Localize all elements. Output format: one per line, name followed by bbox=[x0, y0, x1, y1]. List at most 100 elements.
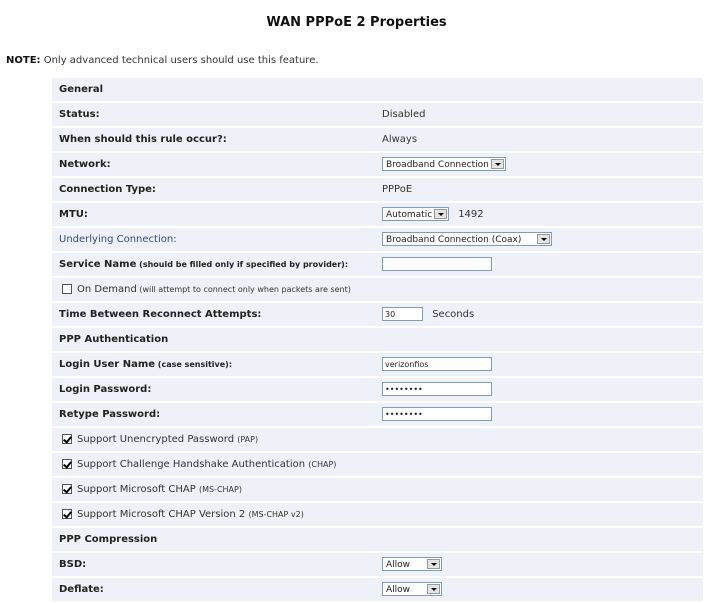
row-mtu: MTU: Automatic 1492 bbox=[52, 203, 703, 226]
login-user-label-text: Login User Name bbox=[59, 359, 156, 370]
on-demand-label: On Demand bbox=[77, 284, 137, 295]
on-demand-checkbox[interactable] bbox=[62, 284, 72, 294]
pap-option: Support Unencrypted Password (PAP) bbox=[62, 428, 258, 451]
row-on-demand: On Demand (will attempt to connect only … bbox=[52, 278, 703, 301]
section-ppp-auth-heading: PPP Authentication bbox=[59, 334, 169, 345]
retype-password-cell: •••••••• bbox=[382, 403, 492, 426]
row-pap: Support Unencrypted Password (PAP) bbox=[52, 428, 703, 451]
section-ppp-auth: PPP Authentication bbox=[52, 328, 703, 351]
when-label: When should this rule occur?: bbox=[59, 134, 227, 145]
login-user-input[interactable]: verizonfios bbox=[382, 357, 492, 371]
connection-type-value: PPPoE bbox=[382, 184, 413, 195]
service-name-hint: (should be filled only if specified by p… bbox=[136, 260, 349, 269]
bsd-select-value: Allow bbox=[386, 560, 411, 570]
reconnect-label: Time Between Reconnect Attempts: bbox=[59, 309, 262, 320]
on-demand-option: On Demand (will attempt to connect only … bbox=[62, 278, 351, 301]
row-network: Network: Broadband Connection bbox=[52, 153, 703, 176]
note-prefix: NOTE: bbox=[6, 55, 41, 66]
underlying-label[interactable]: Underlying Connection: bbox=[59, 228, 177, 251]
status-label: Status: bbox=[59, 109, 100, 120]
bsd-cell: Allow bbox=[382, 553, 442, 576]
retype-password-input[interactable]: •••••••• bbox=[382, 407, 492, 421]
reconnect-unit: Seconds bbox=[432, 309, 475, 320]
connection-type-label: Connection Type: bbox=[59, 184, 156, 195]
network-select[interactable]: Broadband Connection bbox=[382, 157, 506, 171]
reconnect-input[interactable]: 30 bbox=[382, 307, 423, 321]
row-mschap2: Support Microsoft CHAP Version 2 (MS-CHA… bbox=[52, 503, 703, 526]
deflate-select-value: Allow bbox=[386, 585, 411, 595]
row-bsd: BSD: Allow bbox=[52, 553, 703, 576]
mschap2-label: Support Microsoft CHAP Version 2 bbox=[77, 509, 249, 520]
section-ppp-compression-heading: PPP Compression bbox=[59, 534, 158, 545]
underlying-value-cell: Broadband Connection (Coax) bbox=[382, 228, 552, 251]
network-value-cell: Broadband Connection bbox=[382, 153, 506, 176]
service-name-cell bbox=[382, 253, 492, 276]
mtu-mode-value: Automatic bbox=[386, 210, 433, 220]
underlying-select[interactable]: Broadband Connection (Coax) bbox=[382, 232, 552, 246]
chevron-down-icon[interactable] bbox=[427, 584, 440, 594]
chap-label: Support Challenge Handshake Authenticati… bbox=[77, 459, 309, 470]
when-value: Always bbox=[382, 134, 418, 145]
chevron-down-icon[interactable] bbox=[537, 234, 550, 244]
mschap-checkbox[interactable] bbox=[62, 484, 72, 494]
mtu-value: 1492 bbox=[458, 209, 484, 220]
mschap2-option: Support Microsoft CHAP Version 2 (MS-CHA… bbox=[62, 503, 304, 526]
row-status: Status: Disabled bbox=[52, 103, 703, 126]
chap-checkbox[interactable] bbox=[62, 459, 72, 469]
deflate-cell: Allow bbox=[382, 578, 442, 601]
login-user-hint: (case sensitive): bbox=[155, 360, 233, 369]
pap-checkbox[interactable] bbox=[62, 434, 72, 444]
mschap-label: Support Microsoft CHAP bbox=[77, 484, 199, 495]
login-user-label: Login User Name (case sensitive): bbox=[59, 353, 232, 376]
retype-password-label: Retype Password: bbox=[59, 409, 161, 420]
mschap-hint: (MS-CHAP) bbox=[198, 485, 242, 494]
service-name-label: Service Name (should be filled only if s… bbox=[59, 253, 348, 276]
network-label: Network: bbox=[59, 159, 111, 170]
row-deflate: Deflate: Allow bbox=[52, 578, 703, 601]
login-password-cell: •••••••• bbox=[382, 378, 492, 401]
login-password-label: Login Password: bbox=[59, 384, 152, 395]
chap-hint: (CHAP) bbox=[308, 460, 337, 469]
note-text: Only advanced technical users should use… bbox=[40, 55, 319, 66]
mschap2-hint: (MS-CHAP v2) bbox=[248, 510, 304, 519]
row-reconnect: Time Between Reconnect Attempts: 30 Seco… bbox=[52, 303, 703, 326]
mtu-label: MTU: bbox=[59, 209, 88, 220]
row-login-user: Login User Name (case sensitive): verizo… bbox=[52, 353, 703, 376]
chevron-down-icon[interactable] bbox=[434, 209, 447, 219]
bsd-select[interactable]: Allow bbox=[382, 557, 442, 571]
page-title: WAN PPPoE 2 Properties bbox=[266, 15, 447, 30]
chap-option: Support Challenge Handshake Authenticati… bbox=[62, 453, 336, 476]
section-ppp-compression: PPP Compression bbox=[52, 528, 703, 551]
deflate-label: Deflate: bbox=[59, 584, 104, 595]
mtu-mode-select[interactable]: Automatic bbox=[382, 207, 449, 221]
chevron-down-icon[interactable] bbox=[491, 159, 504, 169]
chevron-down-icon[interactable] bbox=[427, 559, 440, 569]
reconnect-cell: 30 Seconds bbox=[382, 303, 474, 326]
mschap-option: Support Microsoft CHAP (MS-CHAP) bbox=[62, 478, 242, 501]
properties-table: General Status: Disabled When should thi… bbox=[52, 78, 703, 603]
mtu-value-cell: Automatic 1492 bbox=[382, 203, 484, 226]
mschap2-checkbox[interactable] bbox=[62, 509, 72, 519]
row-mschap: Support Microsoft CHAP (MS-CHAP) bbox=[52, 478, 703, 501]
service-name-input[interactable] bbox=[382, 257, 492, 271]
pap-label: Support Unencrypted Password bbox=[77, 434, 238, 445]
row-connection-type: Connection Type: PPPoE bbox=[52, 178, 703, 201]
row-chap: Support Challenge Handshake Authenticati… bbox=[52, 453, 703, 476]
row-when: When should this rule occur?: Always bbox=[52, 128, 703, 151]
row-retype-password: Retype Password: •••••••• bbox=[52, 403, 703, 426]
deflate-select[interactable]: Allow bbox=[382, 582, 442, 596]
row-service-name: Service Name (should be filled only if s… bbox=[52, 253, 703, 276]
row-underlying: Underlying Connection: Broadband Connect… bbox=[52, 228, 703, 251]
pap-hint: (PAP) bbox=[237, 435, 259, 444]
section-general-heading: General bbox=[59, 84, 103, 95]
row-login-password: Login Password: •••••••• bbox=[52, 378, 703, 401]
network-select-value: Broadband Connection bbox=[386, 160, 489, 170]
section-general: General bbox=[52, 78, 703, 101]
service-name-label-text: Service Name bbox=[59, 259, 137, 270]
bsd-label: BSD: bbox=[59, 559, 87, 570]
login-password-input[interactable]: •••••••• bbox=[382, 382, 492, 396]
on-demand-hint: (will attempt to connect only when packe… bbox=[136, 285, 351, 294]
note: NOTE: Only advanced technical users shou… bbox=[6, 55, 319, 66]
login-user-cell: verizonfios bbox=[382, 353, 492, 376]
underlying-select-value: Broadband Connection (Coax) bbox=[386, 235, 522, 245]
